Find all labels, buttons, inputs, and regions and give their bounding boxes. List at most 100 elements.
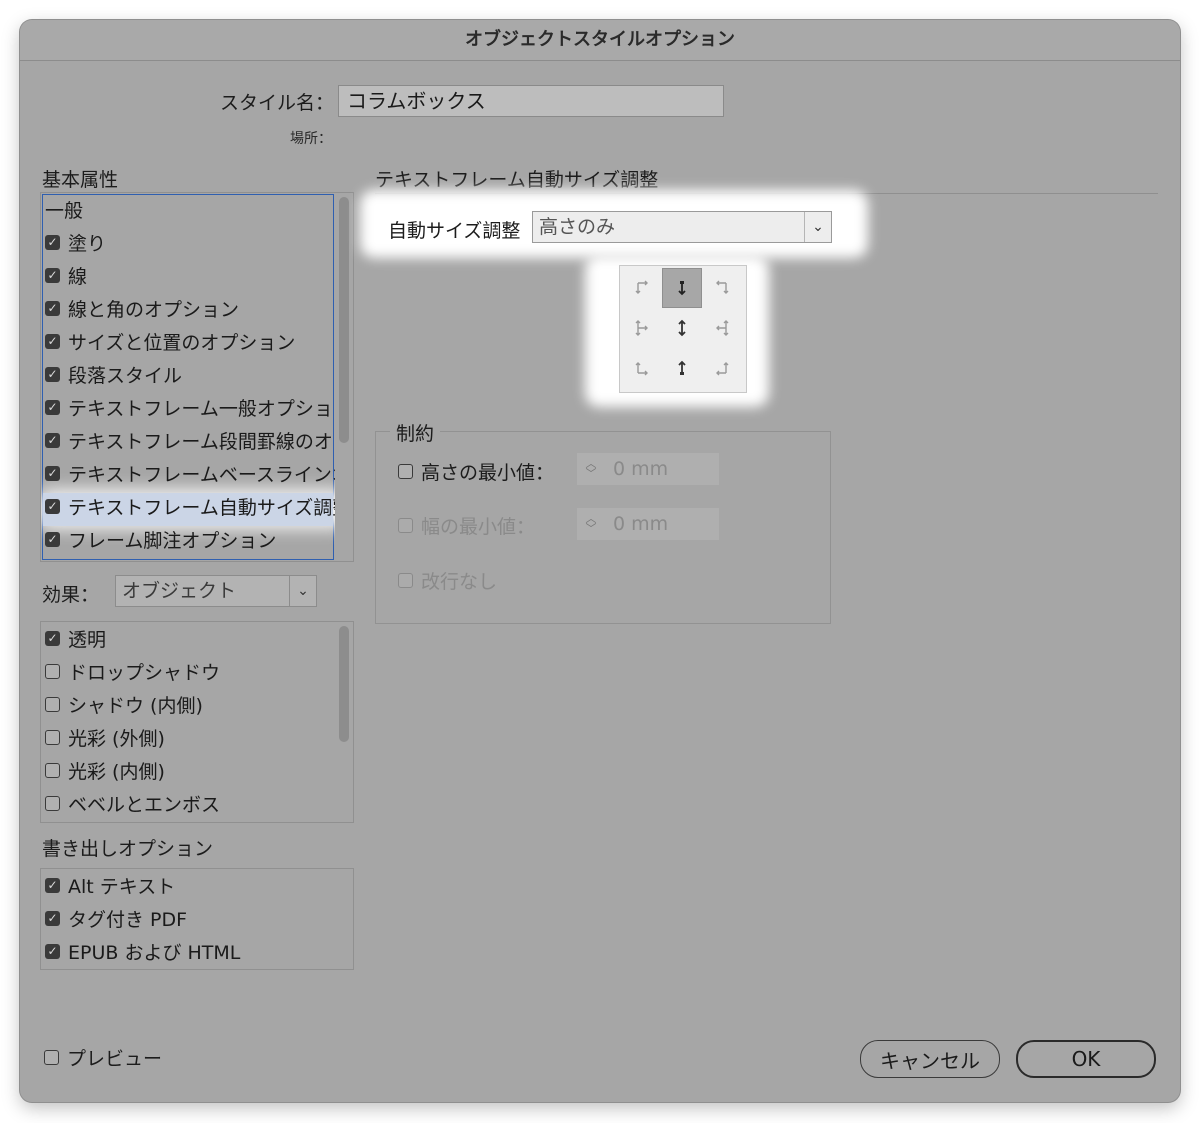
checkbox-unchecked[interactable]: [45, 763, 60, 778]
min-height-checkbox-row[interactable]: 高さの最小値：: [398, 458, 554, 485]
basic-attributes-list: 一般 ✓ 塗り ✓ 線 ✓ 線と角のオプション ✓ サイズと位置のオプション ✓ 段落スタ…: [40, 192, 354, 562]
list-item-label: 一般: [45, 200, 84, 222]
stepper-arrows-icon[interactable]: ︿ ﹀: [577, 458, 605, 479]
checkbox-checked[interactable]: ✓: [45, 499, 60, 514]
anchor-top-center-icon[interactable]: [662, 268, 702, 308]
min-width-value: 0 mm: [613, 513, 669, 535]
list-item-frame-footnote[interactable]: ✓ フレーム脚注オプション: [45, 523, 276, 556]
min-width-stepper[interactable]: ︿ ﹀ 0 mm: [577, 508, 719, 540]
list-item-fill[interactable]: ✓ 塗り: [45, 226, 106, 259]
checkbox-checked[interactable]: ✓: [45, 433, 60, 448]
list-item-label: サイズと位置のオプション: [68, 332, 296, 354]
list-item-general[interactable]: 一般: [45, 193, 83, 226]
checkbox-unchecked[interactable]: [45, 664, 60, 679]
list-item-label: テキストフレーム一般オプション: [68, 398, 352, 420]
list-item-text-frame-column-rules[interactable]: ✓ テキストフレーム段間罫線のオプション: [45, 424, 353, 457]
no-line-break-checkbox-row[interactable]: 改行なし: [398, 567, 497, 594]
anchor-bottom-left-icon[interactable]: [622, 348, 662, 388]
list-item-size-position-options[interactable]: ✓ サイズと位置のオプション: [45, 325, 295, 358]
list-item-label: ベベルとエンボス: [68, 794, 221, 816]
scrollbar-thumb[interactable]: [339, 626, 349, 742]
effect-bevel-emboss[interactable]: ベベルとエンボス: [45, 787, 220, 820]
export-alt-text[interactable]: ✓ Alt テキスト: [45, 869, 175, 902]
checkbox-checked[interactable]: ✓: [45, 400, 60, 415]
effect-drop-shadow[interactable]: ドロップシャドウ: [45, 655, 220, 688]
checkbox-unchecked[interactable]: [44, 1050, 59, 1065]
preview-checkbox-row[interactable]: プレビュー: [44, 1044, 162, 1071]
preview-label: プレビュー: [67, 1048, 163, 1070]
list-item-label: 線と角のオプション: [68, 299, 240, 321]
list-item-label: 光彩 (内側): [68, 761, 165, 783]
checkbox-checked[interactable]: ✓: [45, 911, 60, 926]
chevron-down-icon: ⌄: [804, 212, 831, 242]
anchor-top-left-icon[interactable]: [622, 268, 662, 308]
anchor-middle-right-icon[interactable]: [702, 308, 742, 348]
checkbox-checked[interactable]: ✓: [45, 878, 60, 893]
min-height-stepper[interactable]: ︿ ﹀ 0 mm: [577, 453, 719, 485]
list-item-label: 透明: [68, 629, 107, 651]
export-epub-html[interactable]: ✓ EPUB および HTML: [45, 935, 240, 968]
checkbox-checked[interactable]: ✓: [45, 631, 60, 646]
anchor-bottom-right-icon[interactable]: [702, 348, 742, 388]
no-line-break-label: 改行なし: [421, 571, 498, 593]
list-item-text-frame-general[interactable]: ✓ テキストフレーム一般オプション: [45, 391, 352, 424]
stepper-arrows-icon[interactable]: ︿ ﹀: [577, 513, 605, 534]
checkbox-unchecked[interactable]: [45, 697, 60, 712]
list-item-label: 塗り: [68, 233, 107, 255]
auto-size-label: 自動サイズ調整: [388, 220, 521, 242]
list-item-stroke[interactable]: ✓ 線: [45, 259, 87, 292]
location-label: 場所：: [290, 131, 332, 147]
checkbox-checked[interactable]: ✓: [45, 466, 60, 481]
checkbox-disabled[interactable]: [398, 518, 413, 533]
checkbox-checked[interactable]: ✓: [45, 334, 60, 349]
checkbox-unchecked[interactable]: [45, 730, 60, 745]
list-item-label: 光彩 (外側): [68, 728, 165, 750]
object-style-options-dialog: オブジェクトスタイルオプション スタイル名： コラムボックス 場所： 基本属性 …: [20, 20, 1180, 1102]
list-item-label: テキストフレーム段間罫線のオプション: [68, 431, 353, 453]
list-item-label: タグ付き PDF: [68, 909, 188, 931]
effect-transparency[interactable]: ✓ 透明: [45, 622, 106, 655]
list-item-label: 段落スタイル: [68, 365, 183, 387]
list-item-label: Alt テキスト: [68, 876, 176, 898]
list-item-label: フレーム脚注オプション: [68, 530, 277, 552]
list-item-label: EPUB および HTML: [68, 942, 241, 964]
export-tagged-pdf[interactable]: ✓ タグ付き PDF: [45, 902, 187, 935]
basic-attributes-heading: 基本属性: [42, 169, 119, 191]
list-item-stroke-corner-options[interactable]: ✓ 線と角のオプション: [45, 292, 239, 325]
effects-target-select[interactable]: オブジェクト ⌄: [115, 575, 317, 607]
checkbox-disabled[interactable]: [398, 573, 413, 588]
ok-button[interactable]: OK: [1016, 1040, 1156, 1078]
list-item-label: テキストフレームベースラインオプション: [68, 464, 353, 486]
checkbox-checked[interactable]: ✓: [45, 367, 60, 382]
checkbox-checked[interactable]: ✓: [45, 268, 60, 283]
checkbox-checked[interactable]: ✓: [45, 944, 60, 959]
export-options-list: ✓ Alt テキスト ✓ タグ付き PDF ✓ EPUB および HTML: [40, 868, 354, 970]
list-item-paragraph-styles[interactable]: ✓ 段落スタイル: [45, 358, 182, 391]
anchor-center-icon[interactable]: [662, 308, 702, 348]
checkbox-unchecked[interactable]: [45, 796, 60, 811]
min-width-checkbox-row[interactable]: 幅の最小値：: [398, 512, 535, 539]
effect-outer-glow[interactable]: 光彩 (外側): [45, 721, 165, 754]
style-name-input[interactable]: コラムボックス: [338, 85, 724, 117]
list-item-text-frame-auto-size[interactable]: ✓ テキストフレーム自動サイズ調整: [45, 490, 351, 523]
reference-point-grid: [619, 265, 747, 393]
effect-inner-shadow[interactable]: シャドウ (内側): [45, 688, 203, 721]
list-item-text-frame-baseline[interactable]: ✓ テキストフレームベースラインオプション: [45, 457, 353, 490]
checkbox-unchecked[interactable]: [398, 464, 413, 479]
effect-inner-glow[interactable]: 光彩 (内側): [45, 754, 165, 787]
dialog-title: オブジェクトスタイルオプション: [20, 20, 1180, 61]
auto-size-select[interactable]: 高さのみ ⌄: [532, 211, 832, 243]
list-item-label: シャドウ (内側): [68, 695, 203, 717]
scrollbar-thumb[interactable]: [339, 197, 349, 443]
list-item-label: ドロップシャドウ: [68, 662, 221, 684]
constraints-heading: 制約: [390, 419, 441, 446]
anchor-middle-left-icon[interactable]: [622, 308, 662, 348]
cancel-button[interactable]: キャンセル: [860, 1040, 1000, 1078]
effects-label: 効果：: [42, 584, 100, 606]
min-height-label: 高さの最小値：: [421, 462, 555, 484]
anchor-bottom-center-icon[interactable]: [662, 348, 702, 388]
checkbox-checked[interactable]: ✓: [45, 235, 60, 250]
checkbox-checked[interactable]: ✓: [45, 301, 60, 316]
anchor-top-right-icon[interactable]: [702, 268, 742, 308]
checkbox-checked[interactable]: ✓: [45, 532, 60, 547]
